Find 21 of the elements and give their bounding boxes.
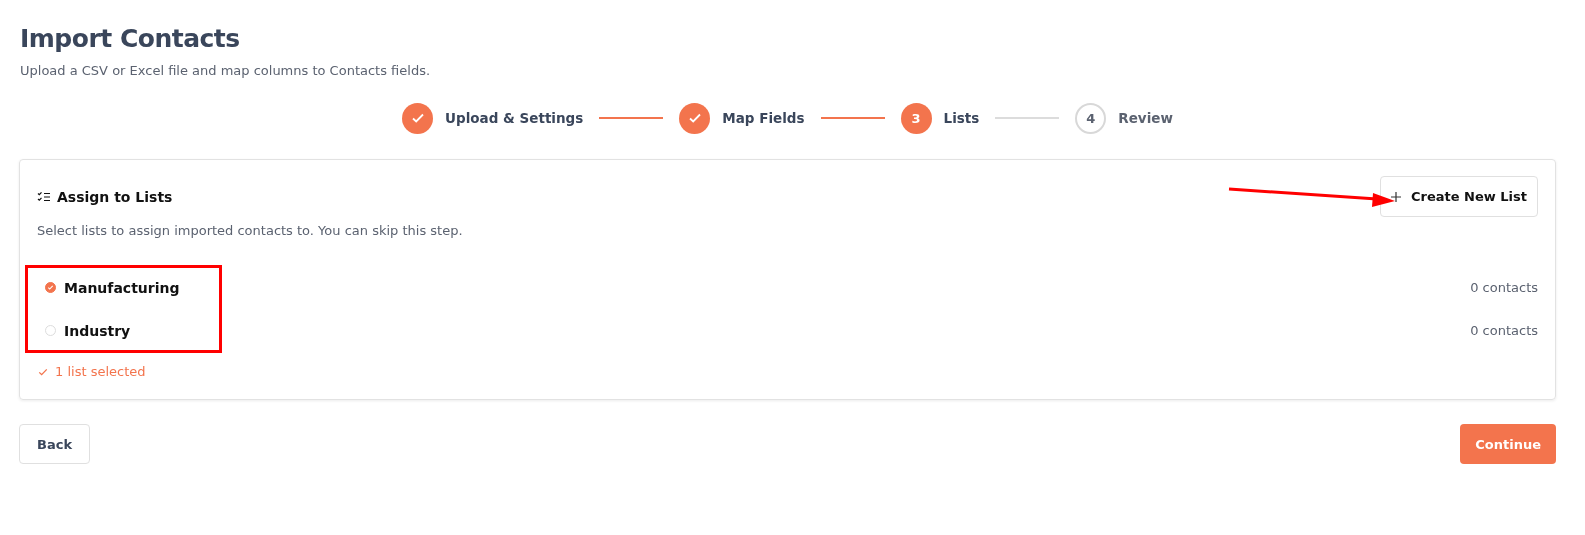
step-indicator: 4 [1075, 102, 1107, 134]
list-name: Manufacturing [64, 279, 180, 296]
create-list-button[interactable]: Create New List [1379, 176, 1538, 217]
step-label: Lists [943, 110, 980, 126]
step-label: Upload & Settings [445, 110, 584, 126]
back-button[interactable]: Back [19, 424, 91, 464]
step-label: Review [1118, 110, 1173, 126]
list-checkbox[interactable] [45, 282, 56, 293]
card-description: Select lists to assign imported contacts to. You can skip this step. [37, 223, 464, 238]
contact-count: 0 contacts [1470, 280, 1538, 295]
page-subtitle: Upload a CSV or Excel file and map columns to Contacts fields. [20, 63, 432, 78]
contact-count: 0 contacts [1470, 323, 1538, 338]
step-indicator: 3 [900, 102, 932, 134]
plus-icon [1390, 191, 1401, 202]
card-title: Assign to Lists [57, 188, 173, 205]
check-icon [47, 284, 54, 291]
selection-summary: 1 list selected [55, 364, 146, 379]
page-title: Import Contacts [20, 24, 241, 53]
list-name: Industry [64, 322, 131, 339]
step-label: Map Fields [722, 110, 805, 126]
checklist-icon [37, 190, 51, 203]
